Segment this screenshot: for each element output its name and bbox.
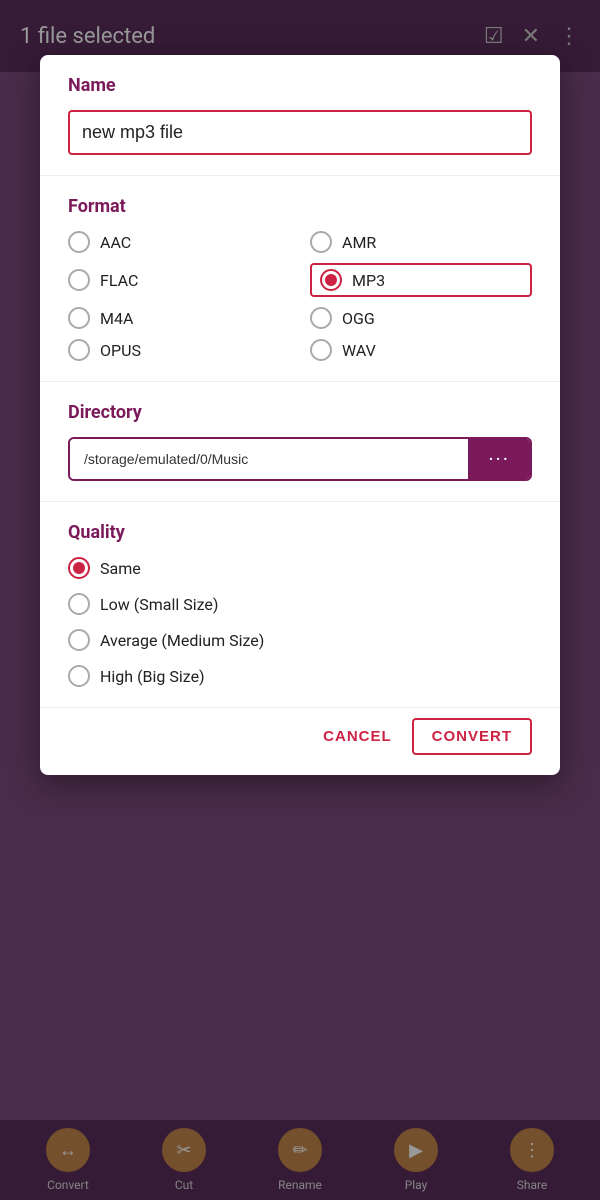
radio-mp3 (320, 269, 342, 291)
format-section: Format AAC AMR FLAC (40, 176, 560, 382)
quality-list: Same Low (Small Size) Average (Medium Si… (68, 557, 532, 687)
format-section-title: Format (68, 196, 532, 217)
radio-flac (68, 269, 90, 291)
radio-wav (310, 339, 332, 361)
quality-option-high[interactable]: High (Big Size) (68, 665, 532, 687)
quality-option-same[interactable]: Same (68, 557, 532, 579)
quality-section-title: Quality (68, 522, 532, 543)
cancel-button[interactable]: CANCEL (323, 728, 392, 745)
format-label-opus: OPUS (100, 341, 141, 360)
format-option-mp3[interactable]: MP3 (310, 263, 532, 297)
quality-label-average: Average (Medium Size) (100, 631, 264, 650)
radio-quality-average (68, 629, 90, 651)
quality-label-same: Same (100, 559, 141, 578)
format-option-wav[interactable]: WAV (310, 339, 532, 361)
radio-quality-same (68, 557, 90, 579)
modal-footer: CANCEL CONVERT (40, 708, 560, 755)
format-label-m4a: M4A (100, 309, 133, 328)
directory-section: Directory ··· (40, 382, 560, 502)
format-label-wav: WAV (342, 341, 376, 360)
radio-amr (310, 231, 332, 253)
format-label-mp3: MP3 (352, 271, 385, 290)
radio-opus (68, 339, 90, 361)
directory-field: ··· (68, 437, 532, 481)
directory-section-title: Directory (68, 402, 532, 423)
convert-button[interactable]: CONVERT (412, 718, 532, 755)
radio-ogg (310, 307, 332, 329)
format-option-amr[interactable]: AMR (310, 231, 532, 253)
dots-icon: ··· (488, 447, 510, 471)
radio-quality-low (68, 593, 90, 615)
format-option-flac[interactable]: FLAC (68, 263, 290, 297)
format-option-aac[interactable]: AAC (68, 231, 290, 253)
format-option-ogg[interactable]: OGG (310, 307, 532, 329)
directory-browse-button[interactable]: ··· (468, 439, 530, 479)
modal-dialog: Name Format AAC AMR FLAC (40, 55, 560, 775)
format-grid: AAC AMR FLAC MP3 (68, 231, 532, 361)
format-label-flac: FLAC (100, 271, 138, 290)
modal-overlay: Name Format AAC AMR FLAC (0, 0, 600, 1200)
name-input[interactable] (68, 110, 532, 155)
format-option-opus[interactable]: OPUS (68, 339, 290, 361)
format-option-m4a[interactable]: M4A (68, 307, 290, 329)
radio-aac (68, 231, 90, 253)
quality-label-low: Low (Small Size) (100, 595, 218, 614)
quality-label-high: High (Big Size) (100, 667, 205, 686)
radio-quality-high (68, 665, 90, 687)
quality-option-average[interactable]: Average (Medium Size) (68, 629, 532, 651)
format-label-aac: AAC (100, 233, 131, 252)
quality-section: Quality Same Low (Small Size) Average (M… (40, 502, 560, 708)
format-label-amr: AMR (342, 233, 376, 252)
radio-m4a (68, 307, 90, 329)
name-section: Name (40, 55, 560, 176)
quality-option-low[interactable]: Low (Small Size) (68, 593, 532, 615)
directory-path-input[interactable] (70, 439, 468, 479)
format-label-ogg: OGG (342, 309, 375, 328)
name-section-title: Name (68, 75, 532, 96)
